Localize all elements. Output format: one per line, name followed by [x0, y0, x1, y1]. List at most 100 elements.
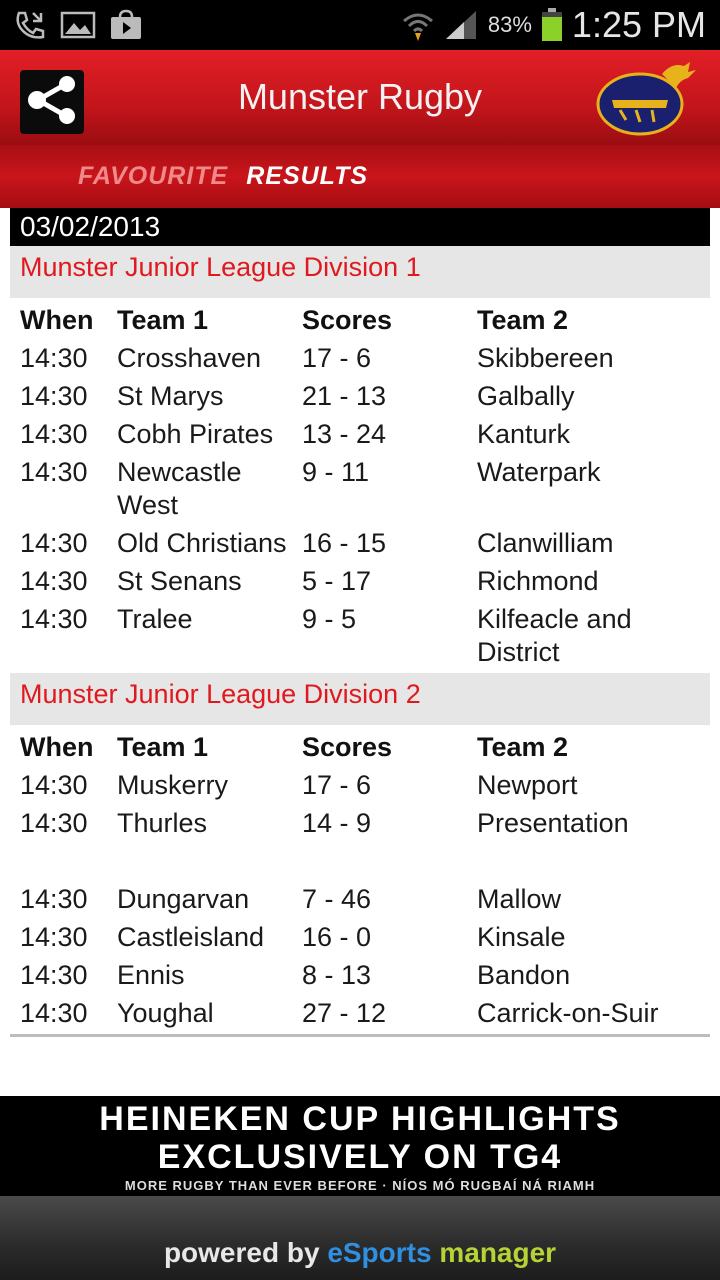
match-score: 27 - 12	[302, 998, 387, 1028]
column-team1: Team 1	[117, 305, 209, 335]
match-team2: Clanwilliam	[477, 528, 614, 558]
powered-by-text: powered by	[163, 1237, 328, 1268]
match-team1: Castleisland	[117, 922, 265, 952]
table-row[interactable]: 14:30 St Senans 5 - 17 Richmond	[10, 565, 710, 598]
match-team2: Kinsale	[477, 922, 566, 952]
match-score: 16 - 15	[302, 528, 387, 558]
match-time: 14:30	[20, 808, 88, 838]
match-score: 9 - 11	[302, 457, 370, 487]
match-score: 7 - 46	[302, 884, 372, 914]
match-score: 5 - 17	[302, 566, 372, 596]
signal-icon	[444, 9, 480, 41]
column-team2: Team 2	[477, 305, 569, 335]
match-score: 17 - 6	[302, 343, 372, 373]
match-score: 8 - 13	[302, 960, 372, 990]
table-row[interactable]: 14:30 Old Christians 16 - 15 Clanwilliam	[10, 527, 710, 560]
image-icon	[60, 9, 96, 41]
match-team2: Kanturk	[477, 419, 571, 449]
battery-icon	[540, 8, 564, 41]
match-team1: Thurles	[117, 808, 208, 838]
tabs-bar: FAVOURITE RESULTS	[0, 145, 720, 208]
match-time: 14:30	[20, 884, 88, 914]
match-team2: Skibbereen	[477, 343, 614, 373]
match-team1: St Marys	[117, 381, 224, 411]
match-time: 14:30	[20, 528, 88, 558]
match-time: 14:30	[20, 381, 88, 411]
results-date: 03/02/2013	[10, 208, 710, 246]
match-score: 9 - 5	[302, 604, 357, 634]
match-score: 17 - 6	[302, 770, 372, 800]
results-list[interactable]: 03/02/2013 Munster Junior League Divisio…	[10, 208, 710, 1092]
brand-manager: manager	[439, 1237, 557, 1268]
table-row[interactable]: 14:30 Ennis 8 - 13 Bandon	[10, 959, 710, 992]
table-row[interactable]: 14:30 Cobh Pirates 13 - 24 Kanturk	[10, 418, 710, 451]
league-title: Munster Junior League Division 2	[10, 673, 710, 725]
brand-esports: eSports	[327, 1237, 432, 1268]
phone-missed-icon	[12, 9, 48, 41]
app-header: Munster Rugby	[0, 50, 720, 145]
munster-crest-icon	[592, 60, 702, 138]
match-team2: Bandon	[477, 960, 571, 990]
match-score: 14 - 9	[302, 808, 372, 838]
match-team1: Old Christians	[117, 528, 287, 558]
match-team2: Carrick-on-Suir	[477, 998, 659, 1028]
league-title: Munster Junior League Division 1	[10, 246, 710, 298]
table-row[interactable]: 14:30 Newcastle West 9 - 11 Waterpark	[10, 456, 710, 522]
match-team2: Presentation	[477, 808, 629, 838]
match-time: 14:30	[20, 998, 88, 1028]
column-team1: Team 1	[117, 732, 209, 762]
table-header: When Team 1 Scores Team 2	[10, 298, 710, 337]
match-score: 13 - 24	[302, 419, 387, 449]
table-row[interactable]: 14:30 Dungarvan 7 - 46 Mallow	[10, 883, 710, 916]
match-time: 14:30	[20, 770, 88, 800]
tab-results[interactable]: RESULTS	[246, 162, 368, 191]
match-time: 14:30	[20, 566, 88, 596]
match-team2: Newport	[477, 770, 578, 800]
ad-banner[interactable]: HEINEKEN CUP HIGHLIGHTS EXCLUSIVELY ON T…	[0, 1096, 720, 1196]
table-row[interactable]: 14:30 Muskerry 17 - 6 Newport	[10, 769, 710, 802]
status-time: 1:25 PM	[571, 4, 706, 45]
table-row[interactable]: 14:30 Castleisland 16 - 0 Kinsale	[10, 921, 710, 954]
match-time: 14:30	[20, 922, 88, 952]
footer: powered by eSports manager	[0, 1196, 720, 1280]
table-row[interactable]: 14:30 Thurles 14 - 9 Presentation	[10, 807, 710, 878]
match-team1: Youghal	[117, 998, 214, 1028]
match-score: 16 - 0	[302, 922, 372, 952]
banner-headline: HEINEKEN CUP HIGHLIGHTS	[99, 1100, 621, 1138]
match-team1: St Senans	[117, 566, 242, 596]
match-time: 14:30	[20, 457, 88, 487]
shopping-bag-icon	[108, 9, 144, 41]
column-when: When	[20, 732, 94, 762]
status-bar: 83% 1:25 PM	[0, 0, 720, 50]
match-team1: Ennis	[117, 960, 185, 990]
match-time: 14:30	[20, 604, 88, 634]
list-divider	[10, 1034, 710, 1037]
match-team2: Richmond	[477, 566, 599, 596]
table-row[interactable]: 14:30 Tralee 9 - 5 Kilfeacle and Distric…	[10, 603, 710, 669]
column-team2: Team 2	[477, 732, 569, 762]
banner-tagline: MORE RUGBY THAN EVER BEFORE · NÍOS MÓ RU…	[124, 1178, 596, 1193]
match-team2: Waterpark	[477, 457, 601, 487]
match-score: 21 - 13	[302, 381, 387, 411]
match-team2: Galbally	[477, 381, 575, 411]
match-time: 14:30	[20, 343, 88, 373]
table-row[interactable]: 14:30 Crosshaven 17 - 6 Skibbereen	[10, 342, 710, 375]
battery-percent: 83%	[487, 12, 532, 37]
table-row[interactable]: 14:30 St Marys 21 - 13 Galbally	[10, 380, 710, 413]
match-team1: Newcastle West	[117, 457, 242, 520]
tab-favourite[interactable]: FAVOURITE	[78, 162, 228, 191]
powered-by-label: powered by eSports manager	[164, 1207, 556, 1269]
match-team1: Tralee	[117, 604, 193, 634]
column-when: When	[20, 305, 94, 335]
match-team1: Cobh Pirates	[117, 419, 274, 449]
table-row[interactable]: 14:30 Youghal 27 - 12 Carrick-on-Suir	[10, 997, 710, 1030]
match-time: 14:30	[20, 419, 88, 449]
column-scores: Scores	[302, 732, 393, 762]
match-team1: Muskerry	[117, 770, 229, 800]
table-header: When Team 1 Scores Team 2	[10, 725, 710, 764]
match-team2: Kilfeacle and District	[477, 604, 632, 667]
wifi-icon	[400, 9, 436, 41]
match-time: 14:30	[20, 960, 88, 990]
column-scores: Scores	[302, 305, 393, 335]
match-team2: Mallow	[477, 884, 562, 914]
